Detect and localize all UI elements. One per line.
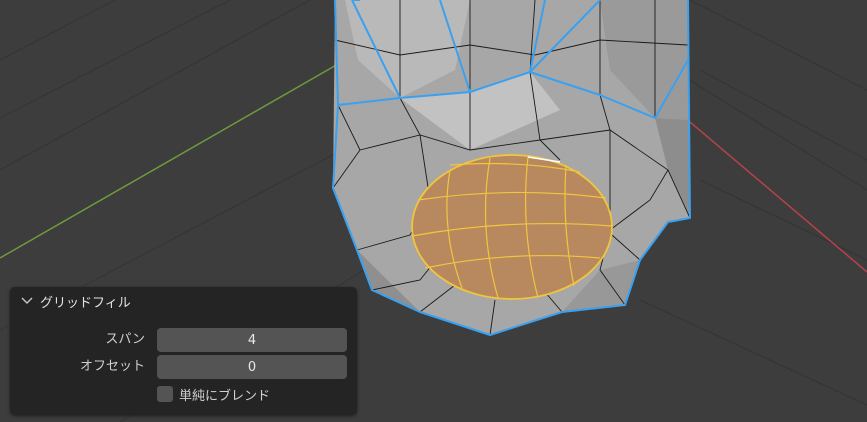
chevron-down-icon[interactable]	[20, 294, 34, 308]
simple-blend-toggle[interactable]: 単純にブレンド	[157, 385, 271, 404]
span-row: スパン 4	[10, 328, 357, 352]
simple-blend-checkbox[interactable]	[157, 386, 173, 402]
offset-label: オフセット	[79, 359, 145, 374]
grid-fill-cap[interactable]	[411, 154, 613, 300]
span-label: スパン	[105, 332, 145, 347]
operator-panel: グリッドフィル スパン 4 オフセット 0 単純にブレンド	[10, 287, 357, 415]
span-field[interactable]: 4	[157, 328, 347, 352]
offset-field[interactable]: 0	[157, 355, 347, 379]
simple-blend-label: 単純にブレンド	[179, 388, 271, 404]
offset-row: オフセット 0	[10, 355, 357, 379]
panel-header[interactable]: グリッドフィル	[10, 287, 357, 315]
panel-title: グリッドフィル	[40, 295, 131, 311]
